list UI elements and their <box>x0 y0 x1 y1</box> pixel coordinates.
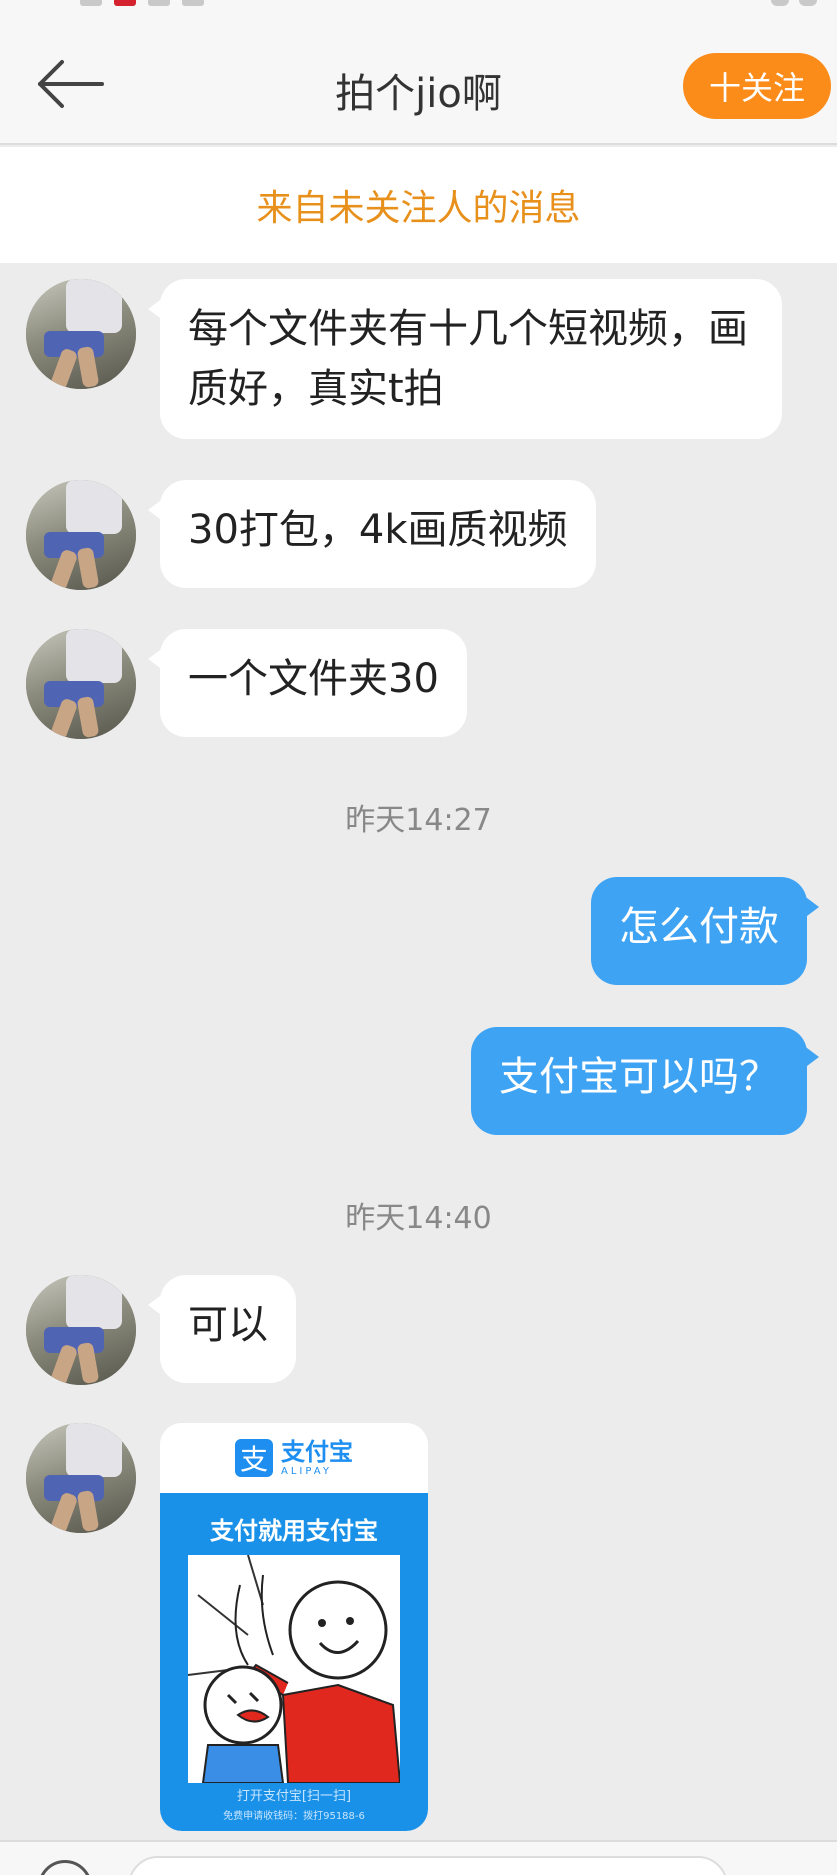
incoming-message[interactable]: 一个文件夹30 <box>148 629 467 737</box>
sender-avatar[interactable] <box>26 629 136 739</box>
alipay-footer-scan: 打开支付宝[扫一扫] <box>236 1789 352 1804</box>
status-icons-left <box>80 0 204 6</box>
alipay-footer-apply: 免费申请收钱码：拨打95188-6 <box>223 1811 365 1822</box>
alipay-logo-icon: 支 <box>235 1439 273 1477</box>
comic-illustration <box>187 1554 402 1784</box>
incoming-message[interactable]: 30打包，4k画质视频 <box>148 480 596 588</box>
sender-avatar[interactable] <box>26 279 136 389</box>
incoming-message[interactable]: 可以 <box>148 1275 296 1383</box>
input-bar <box>0 1840 837 1875</box>
image-message[interactable]: 支 支付宝 ALIPAY 支付就用支付宝 打开支付宝[扫一扫] 免费申请收钱码：… <box>160 1423 428 1831</box>
alipay-logo-en: ALIPAY <box>281 1465 332 1477</box>
message-timestamp: 昨天14:27 <box>345 803 492 838</box>
status-icons-right <box>771 0 817 6</box>
message-timestamp: 昨天14:40 <box>345 1201 492 1236</box>
alipay-slogan: 支付就用支付宝 <box>210 1517 378 1545</box>
message-input[interactable] <box>128 1856 728 1875</box>
incoming-message[interactable]: 每个文件夹有十几个短视频，画质好，真实t拍 <box>148 279 782 439</box>
sender-avatar[interactable] <box>26 1275 136 1385</box>
outgoing-message[interactable]: 支付宝可以吗？ <box>471 1027 819 1135</box>
status-bar <box>0 0 837 18</box>
follow-button[interactable]: 十关注 <box>683 53 831 119</box>
alipay-header: 支 支付宝 ALIPAY <box>160 1423 428 1493</box>
nav-bar: 拍个jio啊 十关注 <box>0 18 837 145</box>
stranger-notice: 来自未关注人的消息 <box>0 147 837 263</box>
alipay-card-body: 支付就用支付宝 打开支付宝[扫一扫] 免费申请收钱码：拨打95188-6 <box>160 1493 428 1831</box>
sender-avatar[interactable] <box>26 1423 136 1533</box>
voice-icon[interactable] <box>38 1860 92 1875</box>
sender-avatar[interactable] <box>26 480 136 590</box>
alipay-logo-cn: 支付宝 <box>281 1437 353 1466</box>
outgoing-message[interactable]: 怎么付款 <box>591 877 819 985</box>
